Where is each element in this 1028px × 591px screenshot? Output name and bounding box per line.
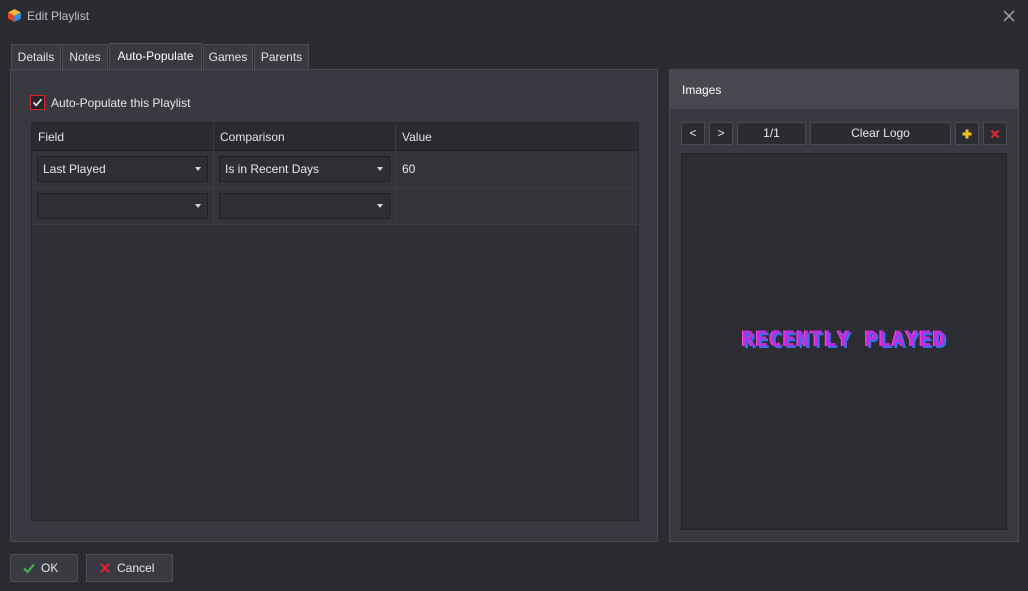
chevron-down-icon	[377, 167, 383, 171]
comparison-dropdown-value: Is in Recent Days	[225, 162, 320, 176]
add-image-button[interactable]	[955, 122, 979, 145]
previous-image-button[interactable]: <	[681, 122, 705, 145]
image-counter: 1/1	[737, 122, 806, 145]
value-text: 60	[402, 162, 416, 176]
chevron-down-icon	[195, 167, 201, 171]
table-row	[32, 188, 638, 225]
comparison-cell	[214, 188, 396, 224]
auto-populate-checkbox[interactable]	[30, 95, 45, 110]
column-header-comparison[interactable]: Comparison	[214, 123, 396, 151]
ok-button[interactable]: OK	[10, 554, 78, 582]
column-header-value[interactable]: Value	[396, 123, 638, 151]
window-title: Edit Playlist	[27, 9, 90, 23]
close-icon	[1003, 10, 1015, 22]
field-dropdown[interactable]: Last Played	[37, 156, 208, 182]
checkmark-icon	[32, 98, 43, 107]
comparison-dropdown[interactable]	[219, 193, 390, 219]
logo-image: RECENTLY PLAYED	[741, 327, 947, 351]
title-bar: Edit Playlist	[0, 0, 1028, 32]
comparison-cell: Is in Recent Days	[214, 151, 396, 187]
tab-parents[interactable]: Parents	[254, 44, 309, 70]
cancel-button-label: Cancel	[117, 561, 155, 575]
grid-header: Field Comparison Value	[32, 123, 638, 151]
logo-preview[interactable]: RECENTLY PLAYED	[681, 153, 1007, 530]
chevron-down-icon	[195, 204, 201, 208]
column-header-field[interactable]: Field	[32, 123, 214, 151]
chevron-down-icon	[377, 204, 383, 208]
comparison-dropdown[interactable]: Is in Recent Days	[219, 156, 390, 182]
tab-details[interactable]: Details	[11, 44, 61, 70]
tab-games[interactable]: Games	[203, 44, 253, 70]
images-header: Images	[670, 70, 1018, 109]
field-dropdown[interactable]	[37, 193, 208, 219]
checkmark-icon	[23, 563, 35, 574]
plus-icon	[962, 129, 972, 138]
cancel-button[interactable]: Cancel	[86, 554, 173, 582]
value-cell[interactable]	[396, 188, 638, 224]
field-dropdown-value: Last Played	[43, 162, 106, 176]
rules-grid: Field Comparison Value Last Played Is in…	[31, 122, 639, 521]
next-image-button[interactable]: >	[709, 122, 733, 145]
field-cell	[32, 188, 214, 224]
cancel-icon	[100, 563, 110, 573]
auto-populate-checkbox-label: Auto-Populate this Playlist	[51, 96, 191, 110]
images-title: Images	[682, 83, 722, 97]
tab-notes[interactable]: Notes	[62, 44, 108, 70]
app-logo-icon	[8, 9, 21, 22]
clear-logo-button[interactable]: Clear Logo	[810, 122, 951, 145]
delete-icon	[990, 129, 1000, 138]
close-button[interactable]	[999, 6, 1019, 26]
tab-auto-populate[interactable]: Auto-Populate	[109, 43, 202, 71]
remove-image-button[interactable]	[983, 122, 1007, 145]
images-panel: Images < > 1/1 Clear Logo RECENTLY PLAYE…	[669, 69, 1019, 542]
field-cell: Last Played	[32, 151, 214, 187]
table-row: Last Played Is in Recent Days 60	[32, 151, 638, 188]
ok-button-label: OK	[41, 561, 59, 575]
auto-populate-panel: Auto-Populate this Playlist Field Compar…	[10, 69, 658, 542]
value-cell[interactable]: 60	[396, 151, 638, 187]
